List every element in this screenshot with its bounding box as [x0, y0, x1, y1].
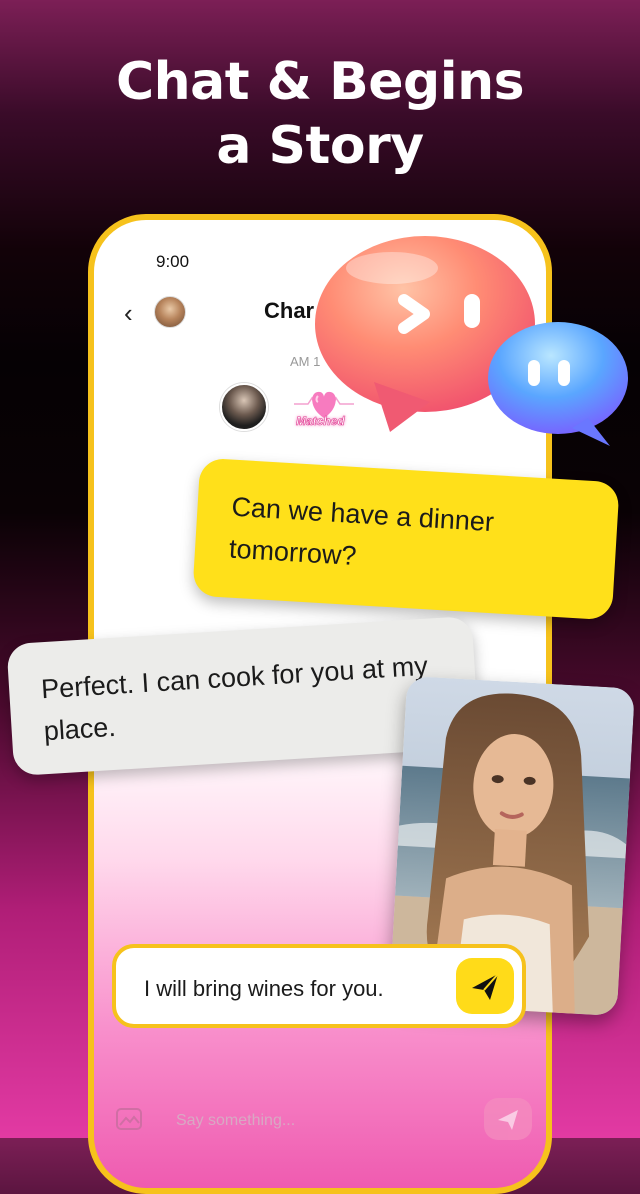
- send-button[interactable]: [484, 1098, 532, 1140]
- avatar[interactable]: [154, 296, 186, 328]
- send-button[interactable]: [456, 958, 514, 1014]
- draft-message-field[interactable]: I will bring wines for you.: [112, 944, 526, 1028]
- headline-line-1: Chat & Begins: [115, 52, 525, 112]
- outgoing-message-text: Can we have a dinner tomorrow?: [228, 491, 495, 572]
- match-avatar: [220, 383, 268, 431]
- incoming-message-text: Perfect. I can cook for you at my place.: [40, 650, 429, 747]
- draft-message-text: I will bring wines for you.: [144, 976, 384, 1001]
- send-icon: [472, 973, 499, 1000]
- outgoing-message: Can we have a dinner tomorrow?: [192, 457, 620, 621]
- composer-bar: [114, 1098, 534, 1144]
- chat-title: Char: [264, 298, 315, 323]
- status-time: 9:00: [156, 252, 190, 271]
- send-icon: [498, 1110, 518, 1130]
- headline-line-2: a Story: [216, 116, 424, 176]
- image-icon[interactable]: [114, 1104, 144, 1134]
- back-icon[interactable]: ‹: [124, 298, 133, 329]
- message-input[interactable]: [174, 1108, 478, 1134]
- chat-bubble-icon: [488, 322, 628, 446]
- headline: Chat & Begins a Story: [0, 50, 640, 178]
